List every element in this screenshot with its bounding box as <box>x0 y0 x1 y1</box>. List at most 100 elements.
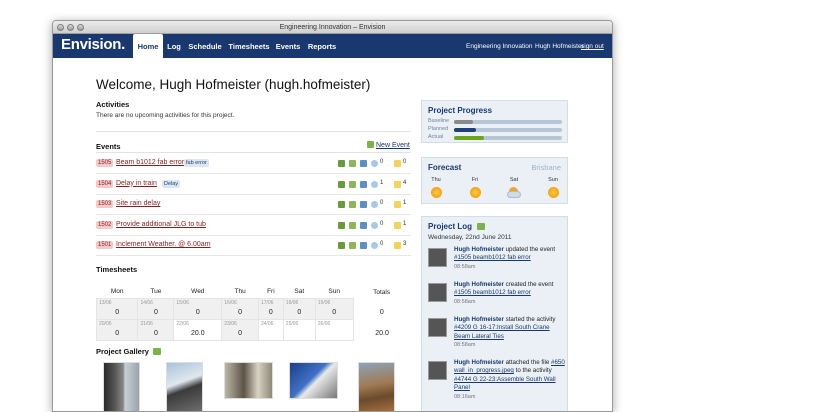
edit-icon[interactable] <box>349 160 356 167</box>
timesheet-cell[interactable]: 22/06 20.0 <box>173 318 223 341</box>
people-icon[interactable] <box>338 160 345 167</box>
log-link-2[interactable]: #4744 G 22-23:Assemble South Wall Panel <box>454 376 556 391</box>
comment-icon[interactable] <box>371 242 378 249</box>
nav-events[interactable]: Events <box>275 34 301 58</box>
cell-date: 26/06 <box>317 320 331 327</box>
edit-icon[interactable] <box>349 180 356 188</box>
comment-icon[interactable] <box>371 160 378 167</box>
timesheet-cell[interactable]: 14/06 0 <box>137 297 175 320</box>
document-count: 4 <box>403 179 407 186</box>
gallery-photo[interactable] <box>103 362 140 411</box>
activities-heading: Activities <box>96 100 130 109</box>
people-icon[interactable] <box>338 201 345 208</box>
people-icon[interactable] <box>338 242 345 249</box>
event-title-link[interactable]: Delay in train <box>116 180 157 187</box>
timesheets-heading: Timesheets <box>96 265 138 274</box>
attach-icon[interactable] <box>360 180 367 188</box>
document-icon[interactable] <box>394 242 401 249</box>
timesheet-cell[interactable]: 16/06 0 <box>221 297 259 320</box>
log-action: started the activity <box>505 316 556 323</box>
comment-icon[interactable] <box>371 221 378 229</box>
log-entry: Hugh Hofmeister started the activity #42… <box>454 316 566 350</box>
avatar[interactable] <box>428 318 447 337</box>
document-icon[interactable] <box>394 201 401 208</box>
timesheet-table: Mon Tue Wed Thu Fri Sat Sun Totals 13/06 0 14/06 0… <box>95 286 411 341</box>
event-tag[interactable]: Delay <box>162 179 181 188</box>
avatar[interactable] <box>428 361 447 380</box>
cell-hours: 0 <box>153 329 158 337</box>
log-link[interactable]: #1505 beamb1012 fab error <box>454 254 531 261</box>
log-user[interactable]: Hugh Hofmeister <box>454 316 504 323</box>
minimize-window-button[interactable] <box>67 24 74 31</box>
page-title: Welcome, Hugh Hofmeister (hugh.hofmeiste… <box>96 77 371 92</box>
event-title-link[interactable]: Provide additional JLG to tub <box>116 221 206 228</box>
cell-hours: 0 <box>115 329 120 337</box>
new-event-link[interactable]: New Event <box>367 141 410 149</box>
timesheet-cell[interactable]: 13/06 0 <box>95 297 139 320</box>
gallery-photo[interactable] <box>358 362 395 411</box>
log-user[interactable]: Hugh Hofmeister <box>454 281 504 288</box>
document-icon[interactable] <box>394 180 401 188</box>
gallery-photo[interactable] <box>224 362 273 399</box>
gallery-photo[interactable] <box>166 362 203 411</box>
timesheet-cell[interactable]: 24/06 <box>257 318 284 341</box>
timesheet-header: Totals <box>373 288 391 296</box>
app-logo[interactable]: Envision. <box>61 36 125 53</box>
timesheet-cell[interactable]: 26/06 <box>314 318 354 341</box>
attach-icon[interactable] <box>360 160 367 167</box>
comment-icon[interactable] <box>371 180 378 188</box>
document-icon[interactable] <box>394 160 401 167</box>
log-time: 08:16am <box>454 393 476 400</box>
timesheet-header: Sun <box>328 288 340 296</box>
add-photo-icon[interactable] <box>153 348 162 355</box>
project-name[interactable]: Engineering Innovation <box>466 34 533 60</box>
document-icon[interactable] <box>394 221 401 229</box>
log-link[interactable]: #1505 beamb1012 fab error <box>454 289 531 296</box>
edit-icon[interactable] <box>349 201 356 208</box>
close-window-button[interactable] <box>57 24 64 31</box>
cell-date: 21/06 <box>140 320 153 327</box>
window-titlebar: Engineering Innovation – Envision <box>53 21 612 34</box>
add-log-icon[interactable] <box>477 223 486 230</box>
avatar[interactable] <box>428 283 447 302</box>
event-title-link[interactable]: Beam b1012 fab error <box>116 159 184 166</box>
attach-icon[interactable] <box>360 201 367 208</box>
timesheet-cell[interactable]: 20/06 0 <box>95 318 139 341</box>
cell-hours: 0 <box>115 308 120 316</box>
zoom-window-button[interactable] <box>77 24 84 31</box>
timesheet-cell[interactable]: 23/06 0 <box>221 318 259 341</box>
timesheet-cell[interactable]: 17/06 0 <box>257 297 284 320</box>
nav-home[interactable]: Home <box>133 34 163 58</box>
cell-date: 23/06 <box>224 320 237 327</box>
log-user[interactable]: Hugh Hofmeister <box>454 359 504 366</box>
log-action: updated the event <box>505 246 556 253</box>
timesheet-cell[interactable]: 15/06 0 <box>173 297 223 320</box>
comment-count: 0 <box>380 220 384 227</box>
sign-out-link[interactable]: sign out <box>581 34 604 60</box>
log-user[interactable]: Hugh Hofmeister <box>454 246 504 253</box>
nav-log[interactable]: Log <box>165 34 183 58</box>
log-time: 08:58am <box>454 263 476 270</box>
edit-icon[interactable] <box>349 221 356 229</box>
people-icon[interactable] <box>338 180 345 188</box>
timesheet-cell[interactable]: 21/06 0 <box>137 318 175 341</box>
log-link[interactable]: #4209 G 16-17:Install South Crane Beam L… <box>454 324 550 339</box>
edit-icon[interactable] <box>349 242 356 249</box>
people-icon[interactable] <box>338 221 345 229</box>
forecast-day: Sat <box>509 177 519 183</box>
event-title-link[interactable]: Site rain delay <box>116 200 160 207</box>
event-tag[interactable]: fab error <box>184 159 209 167</box>
timesheet-cell[interactable]: 19/06 0 <box>314 297 354 320</box>
attach-icon[interactable] <box>360 242 367 249</box>
avatar[interactable] <box>428 248 447 267</box>
event-title-link[interactable]: Inclement Weather. @ 6.00am <box>116 241 211 248</box>
nav-reports[interactable]: Reports <box>307 34 337 58</box>
cell-date: 22/06 <box>176 320 189 327</box>
attach-icon[interactable] <box>360 221 367 229</box>
nav-timesheets[interactable]: Timesheets <box>228 34 270 58</box>
timesheet-cell[interactable]: 18/06 0 <box>282 297 316 320</box>
timesheet-cell[interactable]: 25/06 <box>282 318 316 341</box>
comment-icon[interactable] <box>371 201 378 208</box>
nav-schedule[interactable]: Schedule <box>187 34 223 58</box>
gallery-photo[interactable] <box>289 362 338 399</box>
